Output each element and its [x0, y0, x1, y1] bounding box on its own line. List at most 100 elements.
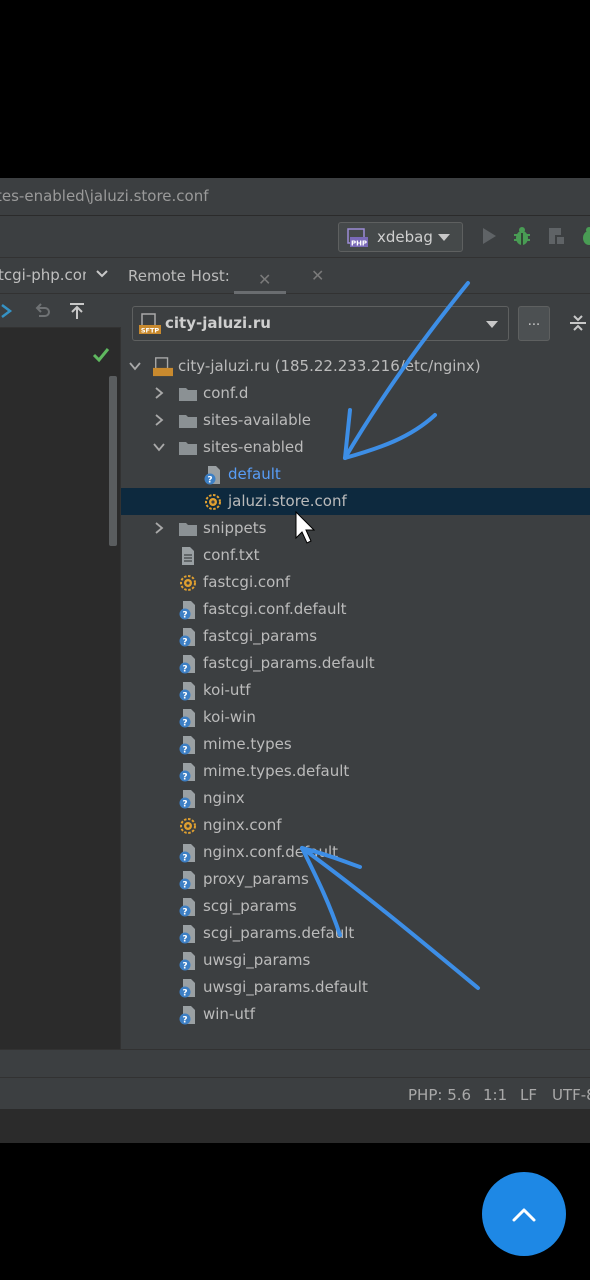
chevron-down-icon[interactable]	[129, 360, 141, 372]
chevron-down-icon	[486, 321, 498, 328]
diff-arrow-icon[interactable]	[0, 301, 16, 321]
chevron-right-icon[interactable]	[153, 522, 165, 534]
remote-host-tab[interactable]: ✕	[234, 262, 286, 294]
checkmark-icon	[92, 348, 110, 363]
tree-item-label: conf.d	[203, 384, 249, 402]
tree-item-label: koi-utf	[203, 681, 251, 699]
chevron-right-icon[interactable]	[153, 387, 165, 399]
tree-file-row[interactable]: ? fastcgi.conf.default	[121, 596, 590, 623]
unknown-file-icon: ?	[179, 682, 195, 702]
svg-text:?: ?	[182, 800, 187, 810]
chevron-right-icon[interactable]	[153, 414, 165, 426]
tree-item-label: koi-win	[203, 708, 256, 726]
run-configuration-label: xdebag	[377, 228, 433, 246]
caret-position-status[interactable]: 1:1	[483, 1086, 507, 1104]
tree-file-row[interactable]: ? default	[121, 461, 590, 488]
tree-file-row[interactable]: ? scgi_params.default	[121, 920, 590, 947]
unknown-file-icon: ?	[204, 466, 220, 485]
unknown-file-icon: ?	[179, 655, 195, 675]
tree-file-row[interactable]: ? win-utf	[121, 1001, 590, 1028]
tree-file-row[interactable]: ? scgi_params	[121, 893, 590, 920]
run-configuration-select[interactable]: PHP xdebag	[338, 222, 463, 252]
window-title-path: tes-enabled\jaluzi.store.conf	[0, 187, 209, 205]
chevron-up-icon	[512, 1208, 536, 1222]
tree-file-row[interactable]: fastcgi.conf	[121, 569, 590, 596]
svg-text:?: ?	[182, 692, 187, 702]
unknown-file-icon: ?	[179, 898, 195, 917]
tree-folder-row[interactable]: conf.d	[121, 380, 590, 407]
tree-item-label: sites-available	[203, 411, 312, 429]
tree-file-row[interactable]: ? mime.types	[121, 731, 590, 758]
tree-file-row[interactable]: ? mime.types.default	[121, 758, 590, 785]
editor-tab[interactable]: tcgi-php.con	[0, 266, 86, 284]
svg-text:?: ?	[182, 611, 187, 621]
more-options-button[interactable]: ...	[518, 306, 550, 341]
ide-window: tes-enabled\jaluzi.store.conf PHP xdebag	[0, 178, 590, 1143]
tree-item-label: fastcgi.conf.default	[203, 600, 347, 618]
run-icon[interactable]	[478, 225, 500, 247]
tree-file-row[interactable]: ? uwsgi_params	[121, 947, 590, 974]
chevron-down-icon[interactable]	[153, 441, 165, 453]
tree-file-row[interactable]: ? fastcgi_params.default	[121, 650, 590, 677]
chevron-down-icon[interactable]	[94, 266, 110, 282]
tree-file-row[interactable]: ? koi-win	[121, 704, 590, 731]
status-bar: PHP: 5.6 1:1 LF UTF-8	[0, 1049, 590, 1109]
tree-file-row[interactable]: ? uwsgi_params.default	[121, 974, 590, 1001]
svg-text:?: ?	[182, 935, 187, 945]
scroll-to-top-button[interactable]	[482, 1172, 566, 1256]
folder-icon	[179, 442, 197, 455]
svg-text:?: ?	[182, 962, 187, 972]
tree-file-row[interactable]: nginx.conf	[121, 812, 590, 839]
svg-text:?: ?	[182, 746, 187, 756]
config-gear-icon	[205, 494, 221, 510]
tree-item-label: snippets	[203, 519, 267, 537]
tree-file-row[interactable]: jaluzi.store.conf	[121, 488, 590, 515]
unknown-file-icon: ?	[179, 952, 195, 972]
collapse-all-icon[interactable]	[569, 314, 587, 332]
move-to-top-icon[interactable]	[67, 301, 87, 321]
unknown-file-icon: ?	[179, 601, 195, 621]
line-separator-status[interactable]: LF	[520, 1086, 537, 1104]
close-icon[interactable]: ✕	[258, 270, 271, 289]
tree-folder-row[interactable]: sites-enabled	[121, 434, 590, 461]
remote-host-select[interactable]: SFTP city-jaluzi.ru	[132, 306, 509, 341]
tree-file-row[interactable]: ? nginx.conf.default	[121, 839, 590, 866]
svg-text:?: ?	[182, 665, 187, 675]
svg-text:PHP: PHP	[351, 240, 367, 248]
config-gear-icon	[180, 575, 196, 591]
tree-folder-row[interactable]: sites-available	[121, 407, 590, 434]
close-icon[interactable]: ✕	[311, 266, 324, 285]
tree-file-row[interactable]: conf.txt	[121, 542, 590, 569]
coverage-icon[interactable]	[545, 225, 567, 247]
sftp-icon	[153, 357, 173, 377]
tree-item-label: nginx.conf.default	[203, 843, 339, 861]
debug-bug-icon[interactable]	[511, 225, 533, 247]
remote-host-name: city-jaluzi.ru	[165, 314, 271, 332]
tree-file-row[interactable]: ? proxy_params	[121, 866, 590, 893]
unknown-file-icon: ?	[179, 925, 195, 945]
tree-folder-row[interactable]: snippets	[121, 515, 590, 542]
tree-item-label: fastcgi_params.default	[203, 654, 375, 672]
profile-icon[interactable]	[578, 225, 590, 247]
tree-file-row[interactable]: ? fastcgi_params	[121, 623, 590, 650]
php-version-status[interactable]: PHP: 5.6	[408, 1086, 471, 1104]
undo-icon[interactable]	[32, 301, 52, 321]
status-divider	[0, 1077, 590, 1078]
tree-root[interactable]: city-jaluzi.ru (185.22.233.216/etc/nginx…	[121, 353, 590, 380]
tree-file-row[interactable]: ? koi-utf	[121, 677, 590, 704]
remote-host-title: Remote Host:	[128, 267, 230, 285]
php-icon: PHP	[347, 228, 368, 248]
svg-text:?: ?	[182, 989, 187, 999]
tree-item-label: mime.types	[203, 735, 292, 753]
folder-icon	[179, 415, 197, 428]
encoding-status[interactable]: UTF-8	[552, 1086, 590, 1104]
svg-text:SFTP: SFTP	[141, 327, 160, 335]
editor-side-panel: tcgi-php.con	[0, 258, 121, 1049]
tree-item-label: nginx	[203, 789, 245, 807]
svg-text:?: ?	[182, 881, 187, 891]
remote-host-panel: Remote Host: ✕ ✕ SFTP city-jaluzi.ru ...	[121, 258, 590, 1049]
editor-scrollbar[interactable]	[109, 376, 117, 546]
svg-text:?: ?	[182, 719, 187, 729]
tree-file-row[interactable]: ? nginx	[121, 785, 590, 812]
editor-tab-bar: tcgi-php.con	[0, 258, 121, 294]
